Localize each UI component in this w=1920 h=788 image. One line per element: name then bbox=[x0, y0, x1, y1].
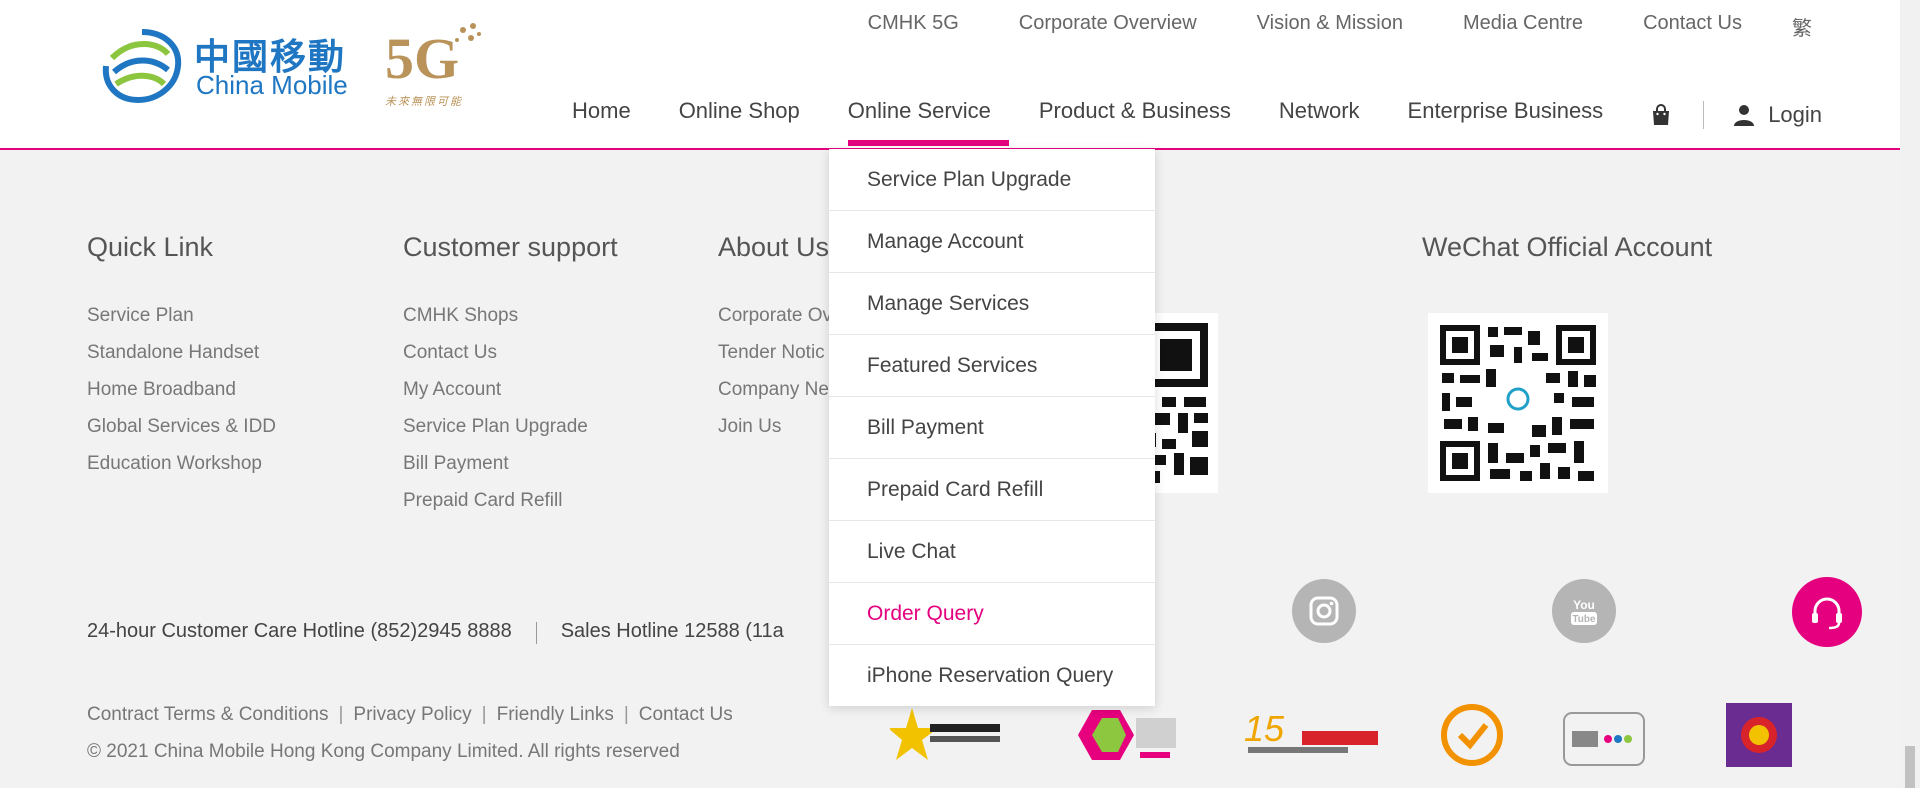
footer-link[interactable]: Join Us bbox=[718, 416, 832, 453]
top-nav-corporate-overview[interactable]: Corporate Overview bbox=[1019, 12, 1197, 41]
quality-award-logo[interactable] bbox=[1726, 703, 1792, 767]
nav-home[interactable]: Home bbox=[572, 98, 631, 146]
nav-online-shop[interactable]: Online Shop bbox=[679, 98, 800, 146]
youtube-icon: You Tube bbox=[1571, 598, 1597, 625]
legal-separator: | bbox=[481, 704, 487, 725]
live-chat-button[interactable] bbox=[1792, 577, 1862, 647]
nav-online-service[interactable]: Online Service bbox=[847, 98, 1009, 146]
footer-link[interactable]: Bill Payment bbox=[403, 453, 618, 490]
nav-network[interactable]: Network bbox=[1279, 98, 1360, 146]
youtube-button[interactable]: You Tube bbox=[1552, 579, 1616, 643]
wechat-title: WeChat Official Account bbox=[1422, 232, 1713, 262]
top-nav-media-centre[interactable]: Media Centre bbox=[1463, 12, 1583, 41]
footer-link[interactable]: Education Workshop bbox=[87, 453, 276, 490]
china-mobile-logo[interactable]: 中國移動 China Mobile bbox=[102, 28, 352, 104]
privacy-policy-link[interactable]: Privacy Policy bbox=[353, 704, 471, 726]
svg-text:You: You bbox=[1573, 598, 1595, 612]
footer-link[interactable]: Contact Us bbox=[403, 342, 618, 379]
shopping-bag-icon[interactable] bbox=[1651, 104, 1671, 126]
footer-link[interactable]: Global Services & IDD bbox=[87, 416, 276, 453]
headset-icon bbox=[1812, 597, 1842, 630]
logo-english-text: China Mobile bbox=[196, 70, 348, 100]
footer-wechat: WeChat Official Account bbox=[1422, 232, 1712, 305]
hotline-bar: 24-hour Customer Care Hotline (852)2945 … bbox=[87, 620, 784, 644]
legal-separator: | bbox=[338, 704, 344, 725]
instagram-icon bbox=[1309, 596, 1339, 626]
top-nav-vision-mission[interactable]: Vision & Mission bbox=[1257, 12, 1403, 41]
menu-item-featured-services[interactable]: Featured Services bbox=[829, 335, 1155, 397]
menu-item-order-query[interactable]: Order Query bbox=[829, 583, 1155, 645]
legal-links: Contract Terms & Conditions | Privacy Po… bbox=[87, 704, 733, 726]
site-header: 中國移動 China Mobile 5G 未來無限可能 CMHK 5G Corp… bbox=[0, 0, 1900, 150]
menu-item-service-plan-upgrade[interactable]: Service Plan Upgrade bbox=[829, 149, 1155, 211]
svg-text:5G: 5G bbox=[385, 26, 459, 86]
qr-code-icon bbox=[1440, 325, 1596, 481]
footer-link[interactable]: My Account bbox=[403, 379, 618, 416]
top-nav-contact-us[interactable]: Contact Us bbox=[1643, 12, 1742, 41]
customer-care-hotline[interactable]: 24-hour Customer Care Hotline (852)2945 … bbox=[87, 620, 512, 644]
5g-logo: 5G 未來無限可能 bbox=[385, 20, 485, 108]
footer-link[interactable]: Company Ne bbox=[718, 379, 832, 416]
friendly-links-link[interactable]: Friendly Links bbox=[497, 704, 614, 726]
5g-mark-icon: 5G bbox=[385, 23, 481, 91]
user-icon bbox=[1734, 105, 1755, 126]
contact-us-link[interactable]: Contact Us bbox=[639, 704, 733, 726]
customer-support-title: Customer support bbox=[403, 232, 618, 262]
footer-link[interactable]: Home Broadband bbox=[87, 379, 276, 416]
main-nav: Home Online Shop Online Service Product … bbox=[572, 98, 1822, 146]
menu-item-manage-services[interactable]: Manage Services bbox=[829, 273, 1155, 335]
nav-enterprise-business[interactable]: Enterprise Business bbox=[1408, 98, 1604, 146]
menu-item-manage-account[interactable]: Manage Account bbox=[829, 211, 1155, 273]
caring-company-logo[interactable]: 15 bbox=[1242, 705, 1382, 765]
footer-link[interactable]: Service Plan bbox=[87, 305, 276, 342]
footer-quick-link: Quick Link Service Plan Standalone Hands… bbox=[87, 232, 276, 490]
5g-tagline: 未來無限可能 bbox=[385, 96, 463, 108]
login-label: Login bbox=[1768, 102, 1823, 127]
scrollbar-thumb[interactable] bbox=[1905, 746, 1915, 788]
quick-link-title: Quick Link bbox=[87, 232, 214, 262]
svg-text:15: 15 bbox=[1244, 708, 1285, 749]
sales-hotline[interactable]: Sales Hotline 12588 (11a bbox=[561, 620, 784, 644]
web-accessibility-logo[interactable] bbox=[1562, 703, 1646, 767]
cahk-star-award-logo[interactable] bbox=[890, 702, 1010, 768]
menu-item-prepaid-card-refill[interactable]: Prepaid Card Refill bbox=[829, 459, 1155, 521]
nav-divider bbox=[1703, 101, 1705, 129]
login-button[interactable]: Login bbox=[1734, 102, 1822, 128]
svg-text:Tube: Tube bbox=[1572, 614, 1596, 625]
copyright: © 2021 China Mobile Hong Kong Company Li… bbox=[87, 741, 680, 762]
contract-terms-link[interactable]: Contract Terms & Conditions bbox=[87, 704, 328, 726]
online-service-dropdown: Service Plan Upgrade Manage Account Mana… bbox=[829, 149, 1155, 706]
footer-link[interactable]: Prepaid Card Refill bbox=[403, 490, 618, 527]
top-nav: CMHK 5G Corporate Overview Vision & Miss… bbox=[808, 12, 1812, 41]
footer-customer-support: Customer support CMHK Shops Contact Us M… bbox=[403, 232, 618, 527]
wechat-qr-code bbox=[1428, 313, 1608, 493]
hotline-divider bbox=[535, 622, 537, 644]
instagram-button[interactable] bbox=[1292, 579, 1356, 643]
page-scrollbar[interactable] bbox=[1900, 0, 1920, 788]
sgs-logo[interactable] bbox=[1440, 703, 1504, 767]
footer-link[interactable]: CMHK Shops bbox=[403, 305, 618, 342]
about-us-title: About Us bbox=[718, 232, 830, 262]
footer-link[interactable]: Tender Notic bbox=[718, 342, 832, 379]
award-logos: 15 bbox=[890, 700, 1792, 770]
eshop-award-logo[interactable] bbox=[1070, 700, 1190, 770]
top-nav-cmhk-5g[interactable]: CMHK 5G bbox=[868, 12, 959, 41]
language-toggle[interactable]: 繁 bbox=[1792, 12, 1812, 41]
nav-product-business[interactable]: Product & Business bbox=[1039, 98, 1231, 146]
legal-separator: | bbox=[623, 704, 629, 725]
footer-link[interactable]: Standalone Handset bbox=[87, 342, 276, 379]
footer-link[interactable]: Corporate Ov bbox=[718, 305, 832, 342]
menu-item-bill-payment[interactable]: Bill Payment bbox=[829, 397, 1155, 459]
footer-link[interactable]: Service Plan Upgrade bbox=[403, 416, 618, 453]
menu-item-iphone-reservation-query[interactable]: iPhone Reservation Query bbox=[829, 645, 1155, 706]
china-mobile-logo-icon bbox=[102, 29, 182, 104]
footer-about-us: About Us Corporate Ov Tender Notic Compa… bbox=[718, 232, 832, 453]
menu-item-live-chat[interactable]: Live Chat bbox=[829, 521, 1155, 583]
